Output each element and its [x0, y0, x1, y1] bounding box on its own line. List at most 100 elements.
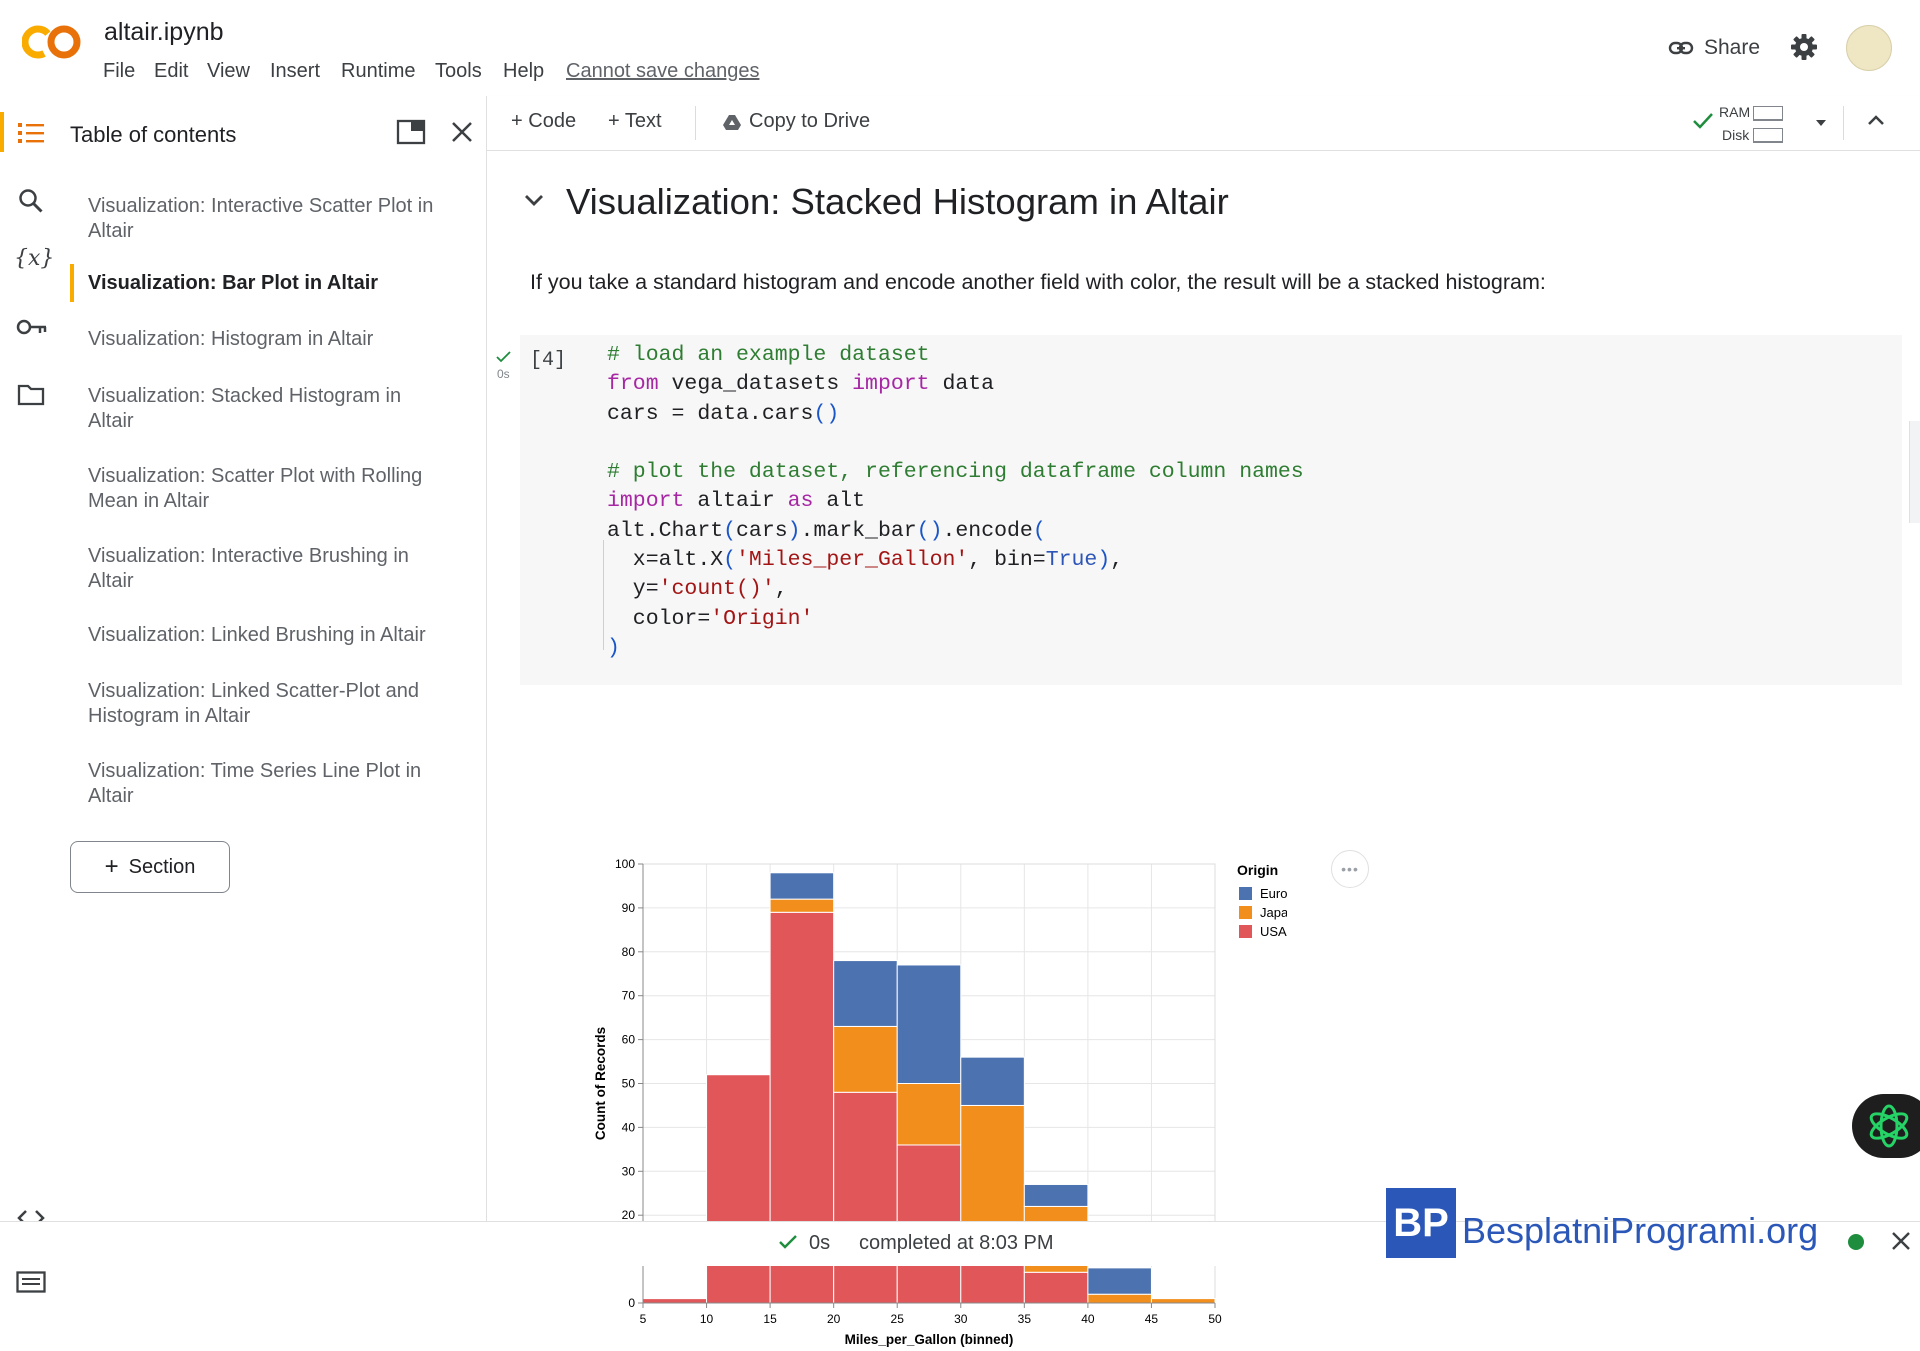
secrets-key-icon[interactable] — [16, 318, 48, 336]
ram-label: RAM — [1719, 104, 1751, 120]
collapse-header-icon[interactable] — [1867, 114, 1885, 126]
toc-item[interactable]: Visualization: Interactive Scatter Plot … — [88, 194, 448, 244]
toc-list-icon[interactable] — [18, 122, 44, 144]
menu-insert[interactable]: Insert — [270, 60, 320, 83]
chart-bar-europe — [833, 960, 898, 1027]
app-header: altair.ipynb File Edit View Insert Runti… — [0, 0, 1920, 97]
chart-bar-usa — [833, 1091, 898, 1304]
variables-icon[interactable]: {x} — [14, 246, 54, 271]
menu-help[interactable]: Help — [503, 60, 544, 83]
connected-check-icon — [1692, 112, 1714, 130]
active-rail-indicator — [0, 112, 4, 152]
code-editor[interactable]: # load an example dataset from vega_data… — [607, 341, 1304, 663]
chart-x-tick-label: 10 — [700, 1312, 714, 1326]
notebook-title[interactable]: altair.ipynb — [104, 18, 224, 47]
settings-gear-icon[interactable] — [1789, 32, 1819, 62]
section-heading: Visualization: Stacked Histogram in Alta… — [566, 181, 1229, 222]
chart-y-tick-label: 50 — [622, 1077, 636, 1091]
add-code-label: Code — [528, 110, 577, 132]
menu-tools[interactable]: Tools — [435, 60, 482, 83]
chart-x-tick-label: 35 — [1018, 1312, 1032, 1326]
chart-y-tick-label: 90 — [622, 901, 636, 915]
toc-active-indicator — [70, 264, 74, 302]
notebook-main: Visualization: Stacked Histogram in Alta… — [487, 151, 1920, 1347]
chart-bar-japan — [1087, 1293, 1152, 1304]
watermark-logo: BP — [1386, 1188, 1456, 1258]
toc-item[interactable]: Visualization: Interactive Brushing in A… — [88, 544, 448, 594]
user-avatar[interactable] — [1846, 25, 1892, 71]
add-section-label: Section — [128, 855, 196, 878]
cell-exec-count: [4] — [530, 349, 567, 372]
chart-bar-usa — [706, 1074, 771, 1304]
gemini-assistant-button[interactable] — [1852, 1094, 1920, 1158]
chart-y-tick-label: 80 — [622, 945, 636, 959]
chart-x-tick-label: 40 — [1081, 1312, 1095, 1326]
plus-icon: + — [511, 110, 523, 132]
share-button[interactable]: Share — [1668, 32, 1760, 64]
chart-x-tick-label: 50 — [1208, 1312, 1222, 1326]
status-exec-time: 0s — [809, 1232, 831, 1254]
save-status-link[interactable]: Cannot save changes — [566, 60, 759, 83]
status-green-dot — [1848, 1234, 1864, 1250]
sidebar-rail: {x} — [0, 96, 62, 1293]
menu-file[interactable]: File — [103, 60, 135, 83]
colab-logo[interactable] — [22, 22, 82, 62]
cell-exec-time: 0s — [497, 367, 510, 381]
toc-item[interactable]: Visualization: Stacked Histogram in Alta… — [88, 384, 448, 434]
plus-icon: + — [608, 110, 620, 132]
close-icon[interactable] — [1890, 1230, 1912, 1252]
chart-x-tick-label: 15 — [763, 1312, 777, 1326]
chart-x-tick-label: 5 — [640, 1312, 647, 1326]
copy-to-drive-button[interactable]: Copy to Drive — [723, 110, 870, 133]
chart-y-tick-label: 100 — [615, 857, 635, 871]
status-check-icon — [778, 1234, 798, 1250]
share-label: Share — [1704, 36, 1761, 59]
toc-item[interactable]: Visualization: Linked Scatter-Plot and H… — [88, 679, 448, 729]
chart-legend-label: USA — [1260, 924, 1287, 939]
chart-y-tick-label: 30 — [622, 1164, 636, 1178]
scrollbar-thumb[interactable] — [1909, 421, 1920, 523]
chart-legend-swatch — [1239, 906, 1252, 919]
add-section-button[interactable]: + Section — [70, 841, 230, 893]
chart-actions-menu-button[interactable]: ••• — [1331, 850, 1369, 888]
toc-item[interactable]: Visualization: Scatter Plot with Rolling… — [88, 464, 448, 514]
toolbar-divider — [1843, 106, 1844, 140]
chart-x-axis-title: Miles_per_Gallon (binned) — [845, 1332, 1014, 1347]
chart-bar-europe — [1023, 1183, 1089, 1207]
chart-bar-europe — [769, 872, 835, 900]
table-of-contents-panel: Table of contents Visualization: Interac… — [62, 96, 487, 1221]
chart-bar-japan — [833, 1025, 898, 1093]
close-icon[interactable] — [450, 120, 474, 144]
chart-legend-swatch — [1239, 925, 1252, 938]
open-in-tab-icon[interactable] — [396, 119, 426, 145]
search-icon[interactable] — [18, 188, 44, 214]
resources-indicator[interactable]: RAM Disk — [1719, 102, 1783, 143]
chart-bar-europe — [960, 1056, 1025, 1106]
watermark-logo-text: BP — [1393, 1200, 1449, 1245]
chart-bar-japan — [769, 898, 835, 913]
menu-edit[interactable]: Edit — [154, 60, 188, 83]
collapse-section-chevron-icon[interactable] — [523, 193, 545, 207]
menu-runtime[interactable]: Runtime — [341, 60, 415, 83]
add-text-button[interactable]: + Text — [608, 110, 662, 133]
files-folder-icon[interactable] — [17, 384, 45, 406]
disk-bar — [1753, 128, 1783, 143]
notebook-toolbar: + Code + Text Copy to Drive RAM Disk — [487, 96, 1920, 151]
toc-item[interactable]: Visualization: Linked Brushing in Altair — [88, 623, 448, 648]
terminal-icon[interactable] — [16, 1271, 46, 1293]
chart-y-axis-title: Count of Records — [593, 1027, 608, 1140]
ram-bar — [1753, 106, 1783, 121]
chart-bar-usa — [1023, 1271, 1089, 1304]
chart-bar-usa — [642, 1298, 708, 1304]
chart-bar-japan — [1150, 1298, 1216, 1304]
add-code-button[interactable]: + Code — [511, 110, 576, 133]
link-icon — [1668, 40, 1694, 56]
code-cell[interactable]: [4] # load an example dataset from vega_… — [520, 335, 1902, 685]
toc-item-active[interactable]: Visualization: Bar Plot in Altair — [88, 271, 448, 296]
menu-view[interactable]: View — [207, 60, 250, 83]
chart-x-tick-label: 30 — [954, 1312, 968, 1326]
runtime-dropdown-icon[interactable] — [1814, 118, 1828, 128]
toc-item[interactable]: Visualization: Time Series Line Plot in … — [88, 759, 448, 809]
status-completed-text[interactable]: completed at 8:03 PM — [859, 1232, 1054, 1255]
toc-item[interactable]: Visualization: Histogram in Altair — [88, 327, 448, 352]
